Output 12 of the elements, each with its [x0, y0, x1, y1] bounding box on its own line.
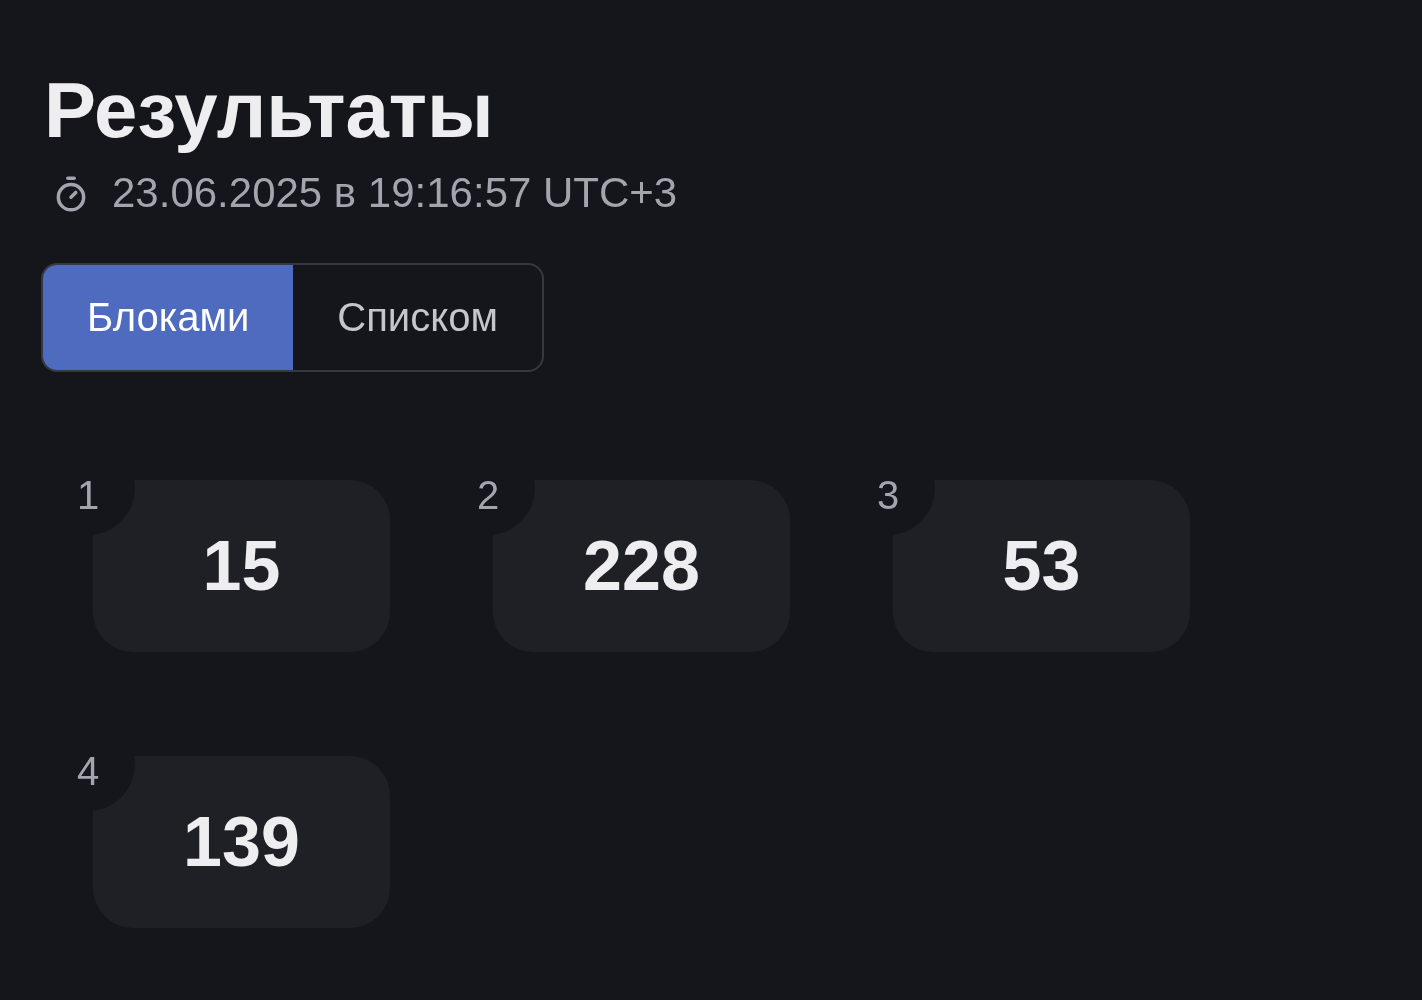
- result-index: 3: [876, 474, 900, 515]
- result-index: 2: [476, 474, 500, 515]
- page-title: Результаты: [44, 65, 494, 156]
- result-value: 15: [202, 530, 281, 601]
- result-value: 53: [1002, 530, 1081, 601]
- timestamp-text: 23.06.2025 в 19:16:57 UTC+3: [112, 168, 678, 219]
- view-tab[interactable]: Списком: [293, 264, 542, 370]
- view-tab[interactable]: Блоками: [43, 264, 294, 370]
- result-value: 228: [583, 530, 700, 601]
- result-value: 139: [183, 806, 300, 877]
- result-index: 4: [76, 750, 100, 791]
- result-index: 1: [76, 474, 100, 515]
